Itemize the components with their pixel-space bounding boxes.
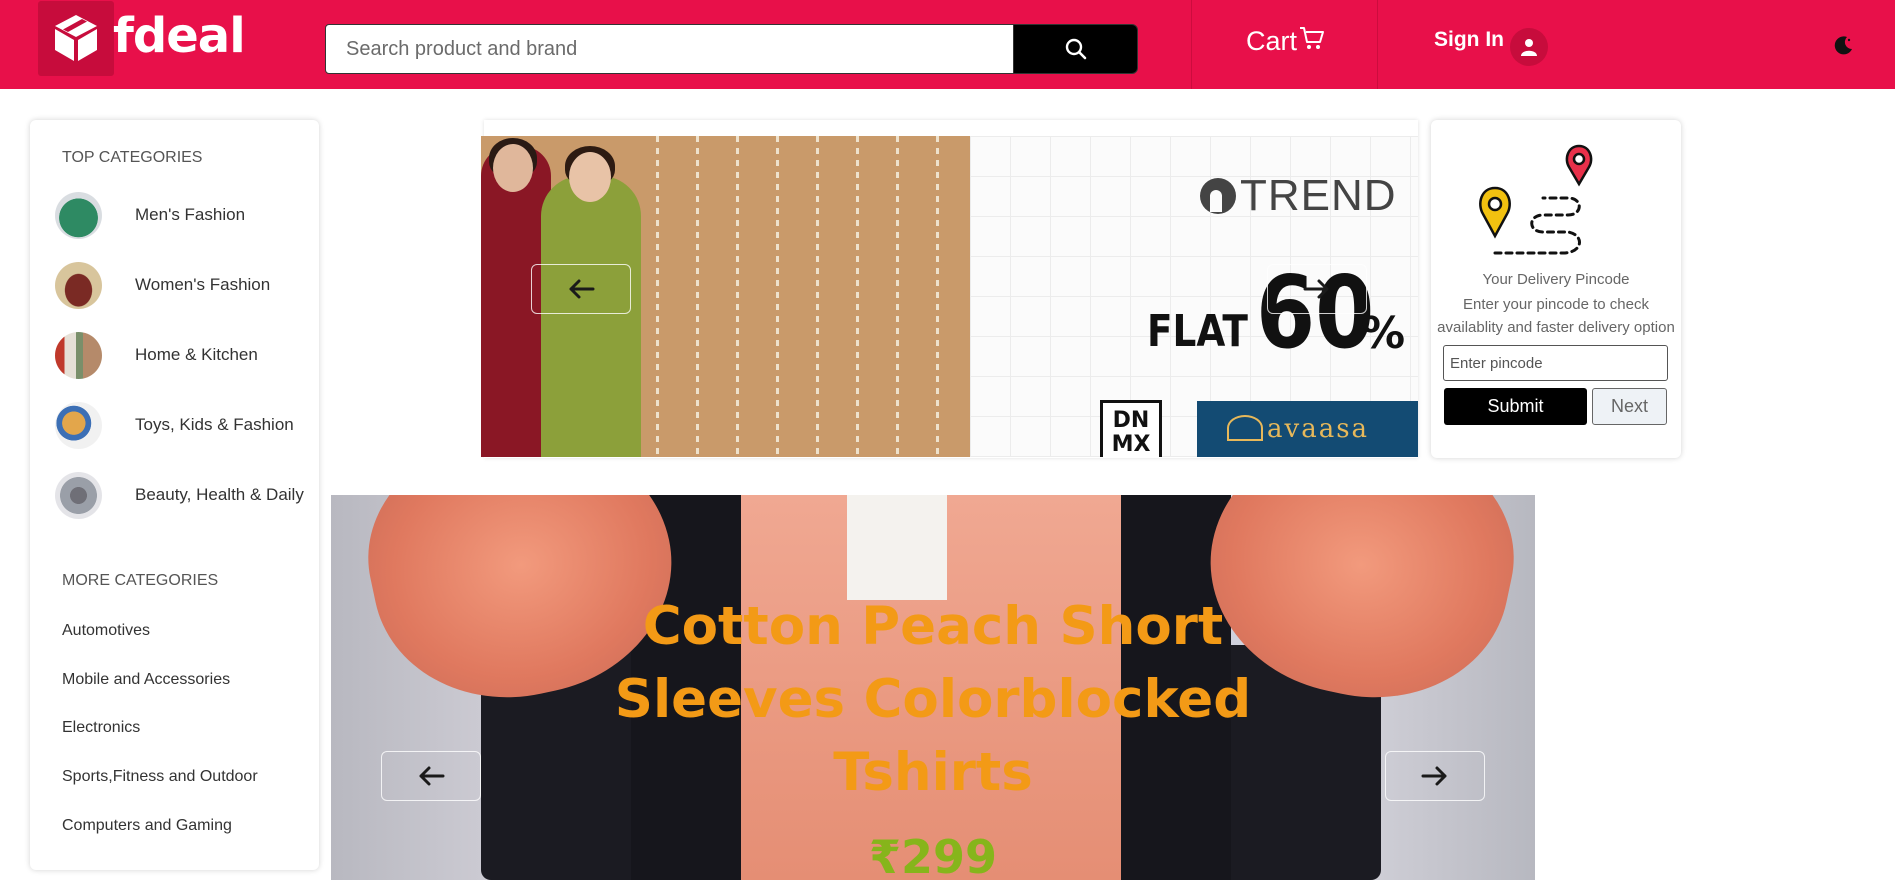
category-thumbnail [55,401,102,449]
category-thumbnail [55,191,102,239]
cart-button[interactable]: Cart [1246,26,1326,57]
sidebar-item-toys-kids-fashion[interactable]: Toys, Kids & Fashion [55,400,305,450]
sidebar-item-beauty-health-daily[interactable]: Beauty, Health & Daily [55,470,305,520]
backdrop-stripe [896,136,899,457]
promo-banner-carousel[interactable]: TREND FLAT 60 % DN MX avaasa [481,136,1418,457]
arrow-right-icon [1421,766,1447,786]
arrow-left-icon [569,279,595,299]
backdrop-stripe [816,136,819,457]
sign-in-label: Sign In [1434,28,1504,51]
delivery-pincode-card: Your Delivery Pincode Enter your pincode… [1431,120,1681,458]
model-figure [541,176,641,457]
more-categories-heading: MORE CATEGORIES [62,572,219,589]
backdrop-stripe [936,136,939,457]
banner-prev-button[interactable] [531,264,631,314]
backdrop-stripe [736,136,739,457]
arrow-left-icon [419,766,445,786]
search-input[interactable] [325,24,1015,74]
top-header: fdeal Cart Sign In [0,0,1895,89]
slide-next-button[interactable] [1385,751,1485,801]
tshirt-tag [847,495,947,600]
product-slide-carousel[interactable]: Cotton Peach Short Sleeves Colorblocked … [331,495,1535,880]
user-avatar-icon [1510,28,1548,66]
model-face [493,144,533,192]
pincode-submit-button[interactable]: Submit [1444,388,1587,425]
category-thumbnail [55,331,102,379]
category-label: Men's Fashion [135,205,246,224]
sidebar-item-mobile-accessories[interactable]: Mobile and Accessories [62,671,230,689]
logo-cube-icon[interactable] [38,1,114,76]
sidebar-item-computers-gaming[interactable]: Computers and Gaming [62,817,232,835]
banner-next-button[interactable] [1267,264,1367,314]
search-icon [1065,38,1086,60]
backdrop-stripe [856,136,859,457]
model-face [569,152,611,202]
backdrop-stripe [656,136,659,457]
pincode-input[interactable] [1443,345,1668,381]
pincode-next-button[interactable]: Next [1592,388,1667,425]
slide-prev-button[interactable] [381,751,481,801]
dark-mode-moon-icon[interactable] [1832,34,1854,60]
search-button[interactable] [1013,24,1138,74]
avaasa-brand-text: avaasa [1267,414,1370,444]
cart-icon [1300,27,1325,49]
percent-sign: % [1361,308,1406,359]
delivery-route-map-icon [1479,144,1593,255]
avaasa-brand-logo: avaasa [1197,401,1418,457]
pincode-title: Your Delivery Pincode [1482,271,1630,288]
product-price: ₹299 [868,830,998,880]
dnmx-brand-logo: DN MX [1100,400,1162,457]
header-divider [1377,0,1378,89]
sidebar-item-womens-fashion[interactable]: Women's Fashion [55,260,305,310]
category-label: Beauty, Health & Daily [135,485,304,504]
category-label: Women's Fashion [135,275,271,294]
cart-label: Cart [1246,26,1298,56]
sidebar-item-electronics[interactable]: Electronics [62,719,140,737]
backdrop-stripe [776,136,779,457]
category-thumbnail [55,261,102,309]
header-divider [1191,0,1192,89]
category-label: Home & Kitchen [135,345,258,364]
flat-label: FLAT [1147,306,1248,357]
sidebar-item-home-kitchen[interactable]: Home & Kitchen [55,330,305,380]
sidebar-item-automotives[interactable]: Automotives [62,622,150,640]
category-sidebar: TOP CATEGORIES Men's Fashion Women's Fas… [30,120,319,870]
category-thumbnail [55,471,102,519]
avaasa-lotus-icon [1227,415,1263,441]
pincode-description: Enter your pincode to check availablity … [1437,296,1675,336]
backdrop-stripe [696,136,699,457]
trend-brand-logo: TREND [1200,171,1397,221]
category-label: Toys, Kids & Fashion [135,415,294,434]
trend-logo-icon [1200,178,1236,214]
sidebar-item-sports-fitness[interactable]: Sports,Fitness and Outdoor [62,768,258,786]
trend-brand-text: TREND [1240,171,1397,220]
arrow-right-icon [1303,279,1329,299]
sign-in-button[interactable]: Sign In [1434,28,1548,66]
sidebar-item-mens-fashion[interactable]: Men's Fashion [55,190,305,240]
logo-text[interactable]: fdeal [113,8,246,64]
product-title[interactable]: Cotton Peach Short Sleeves Colorblocked … [608,590,1258,809]
top-categories-heading: TOP CATEGORIES [62,149,203,166]
